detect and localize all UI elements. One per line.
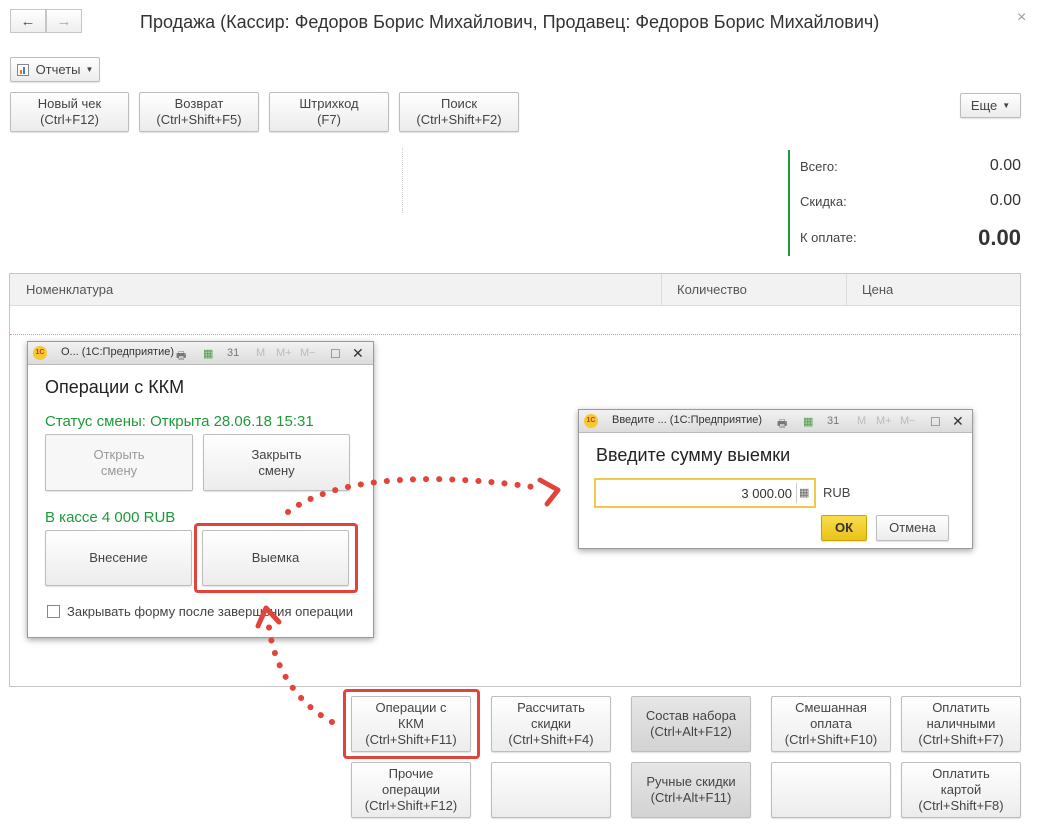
arrow-to-amount-window bbox=[285, 476, 543, 515]
bundle-composition-button[interactable]: Состав набора (Ctrl+Alt+F12) bbox=[631, 696, 751, 752]
empty-button-2[interactable] bbox=[771, 762, 891, 818]
arrow-head-right-icon bbox=[537, 477, 561, 507]
kkm-operations-highlight bbox=[343, 689, 480, 759]
empty-button-1[interactable] bbox=[491, 762, 611, 818]
pay-cash-button[interactable]: Оплатить наличными (Ctrl+Shift+F7) bbox=[901, 696, 1021, 752]
other-operations-button[interactable]: Прочие операции (Ctrl+Shift+F12) bbox=[351, 762, 471, 818]
arrow-head-up-icon bbox=[255, 605, 282, 629]
mixed-payment-button[interactable]: Смешанная оплата (Ctrl+Shift+F10) bbox=[771, 696, 891, 752]
pay-card-button[interactable]: Оплатить картой (Ctrl+Shift+F8) bbox=[901, 762, 1021, 818]
arrow-to-withdraw-button bbox=[265, 615, 335, 725]
manual-discounts-button[interactable]: Ручные скидки (Ctrl+Alt+F11) bbox=[631, 762, 751, 818]
calculate-discounts-button[interactable]: Рассчитать скидки (Ctrl+Shift+F4) bbox=[491, 696, 611, 752]
